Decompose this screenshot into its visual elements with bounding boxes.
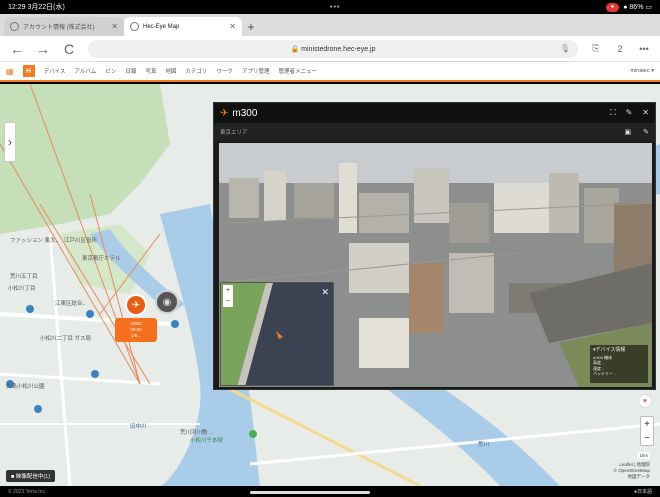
pip-map-view[interactable]: + − ✕ <box>220 282 334 386</box>
map-label: 江戸川区役所 <box>64 238 98 244</box>
camera-icon[interactable]: ▣ <box>625 128 632 136</box>
home-indicator[interactable] <box>250 491 370 494</box>
browser-tab-1[interactable]: アカウント情報 (株式会社) ✕ <box>4 17 124 36</box>
map-label: ファッション 東大.. <box>10 238 59 244</box>
grid-icon[interactable]: ▦ <box>6 67 14 76</box>
address-bar: ← → C 🔒 ministedrone.hec-eye.jp 🎙 ⎘ 2 ••… <box>0 36 660 62</box>
status-time: 12:29 3月22日(水) <box>8 4 65 11</box>
pip-map-image <box>221 283 333 385</box>
pip-zoom-control[interactable]: + − <box>223 285 233 307</box>
globe-icon <box>130 22 139 31</box>
share-icon[interactable]: ⎘ <box>590 43 602 54</box>
live-stream-button[interactable]: ■ 映像配信中(1) <box>6 470 56 482</box>
copyright-text: © 2023 Terra Inc. <box>8 488 47 495</box>
microphone-icon[interactable]: 🎙 <box>560 44 570 53</box>
map-label: 小松川二丁目 ガス局 <box>40 336 92 342</box>
video-feed[interactable]: + − ✕ ▾デバイス情報 m300 機体 高度 .. 速度 .. バッテリー … <box>219 143 652 387</box>
more-icon[interactable]: ••• <box>638 44 650 54</box>
device-info-panel: ▾デバイス情報 m300 機体 高度 .. 速度 .. バッテリー .. <box>590 345 648 383</box>
fullscreen-icon[interactable]: ⛶ <box>610 108 616 118</box>
map-zoom-control[interactable]: + − <box>640 416 654 446</box>
edit-icon[interactable]: ✎ <box>626 108 633 118</box>
user-menu[interactable]: minatec ▾ <box>630 68 654 74</box>
map-label: 荒川河川敷 ... <box>180 430 214 436</box>
screen: 12:29 3月22日(水) ••• ● ● 86% ▭ アカウント情報 (株式… <box>0 0 660 497</box>
map-label: 大島小松川公園 <box>6 384 45 390</box>
map-label: 旧中川 <box>130 424 147 430</box>
url-field[interactable]: 🔒 ministedrone.hec-eye.jp 🎙 <box>88 39 578 58</box>
browser-tab-2[interactable]: Hec-Eye Map ✕ <box>124 17 242 36</box>
menu-item-app-admin[interactable]: アプリ管理 <box>242 67 270 75</box>
menu-item-map[interactable]: 地図 <box>165 67 176 75</box>
app-logo[interactable]: H <box>22 65 35 77</box>
back-button[interactable]: ← <box>10 41 24 57</box>
map-label: 荒川 <box>478 442 490 448</box>
drone-video-window[interactable]: ✈ m300 ⛶ ✎ ✕ 東京エリア ▣ ✎ + − ✕ ▾デバイス情報 m30… <box>213 102 656 390</box>
menu-item-work[interactable]: ワーク <box>216 67 233 75</box>
attribution-line: 地図データ <box>627 474 651 479</box>
recording-indicator: ● <box>605 2 620 12</box>
menu-item-report[interactable]: 日報 <box>125 67 136 75</box>
menu-item-pin[interactable]: ピン <box>105 67 116 75</box>
close-icon[interactable]: ✕ <box>642 108 649 118</box>
map-label: 東京都庁ホテル <box>82 256 121 262</box>
tabs-count-button[interactable]: 2 <box>614 44 626 54</box>
status-bar: 12:29 3月22日(水) ••• ● ● 86% ▭ <box>0 0 660 14</box>
drone-icon[interactable]: ✈ <box>125 294 147 316</box>
pip-zoom-out-button[interactable]: − <box>226 298 230 305</box>
menu-item-album[interactable]: アルバム <box>74 67 96 75</box>
menu-item-admin-menu[interactable]: 管理者メニュー <box>278 67 317 75</box>
close-tab-icon[interactable]: ✕ <box>111 22 118 31</box>
bottom-bar: © 2023 Terra Inc. ●日本語 <box>0 486 660 497</box>
zoom-in-button[interactable]: + <box>644 419 650 430</box>
device-info-title[interactable]: ▾デバイス情報 <box>593 347 645 354</box>
map-scale: 1km <box>637 452 650 459</box>
browser-tab-bar: アカウント情報 (株式会社) ✕ Hec-Eye Map ✕ + <box>0 14 660 36</box>
globe-icon <box>10 22 19 31</box>
map-label: 荒川五丁目 <box>10 274 38 280</box>
drone-icon: ✈ <box>220 107 229 119</box>
menu-item-photo[interactable]: 写真 <box>145 67 156 75</box>
tab-title: アカウント情報 (株式会社) <box>23 25 95 31</box>
video-window-header[interactable]: ✈ m300 ⛶ ✎ ✕ <box>214 103 655 123</box>
map-label: 小松川丁目 <box>8 286 36 292</box>
map-label: 小松川千本桜 <box>190 438 224 444</box>
tab-title: Hec-Eye Map <box>143 23 180 30</box>
video-window-title: m300 <box>232 107 258 119</box>
drone-tag-detail: 1/5 .. <box>130 333 141 338</box>
side-panel-toggle[interactable]: › <box>4 122 16 162</box>
menu-item-device[interactable]: デバイス <box>44 67 66 75</box>
video-window-subheader: 東京エリア ▣ ✎ <box>214 123 655 141</box>
new-tab-button[interactable]: + <box>242 17 260 36</box>
video-subtitle: 東京エリア <box>220 130 248 136</box>
device-info-line: バッテリー .. <box>593 371 617 376</box>
map-label: 江東区総合.. <box>55 301 86 307</box>
pip-close-icon[interactable]: ✕ <box>321 287 329 298</box>
reload-button[interactable]: C <box>62 41 76 57</box>
forward-button[interactable]: → <box>36 41 50 57</box>
zoom-out-button[interactable]: − <box>644 433 650 444</box>
pen-icon[interactable]: ✎ <box>643 128 649 136</box>
battery-indicator: ● 86% ▭ <box>623 4 652 11</box>
url-text: 🔒 ministedrone.hec-eye.jp <box>290 45 376 53</box>
favorite-icon[interactable]: ♥ <box>638 394 652 408</box>
camera-direction-icon[interactable]: ◉ <box>155 290 179 314</box>
app-menubar: ▦ H デバイス アルバム ピン 日報 写真 地図 カテゴリ ワーク アプリ管理… <box>0 62 660 82</box>
multitask-dots[interactable]: ••• <box>330 4 340 11</box>
drone-info-tag[interactable]: m300 00:00 1/5 .. <box>115 318 157 342</box>
pip-zoom-in-button[interactable]: + <box>226 287 230 294</box>
language-selector[interactable]: ●日本語 <box>634 488 652 495</box>
map-attribution: Leaflet | 地理院 © OpenStreetMap 地図データ <box>614 462 650 480</box>
close-tab-icon[interactable]: ✕ <box>229 22 236 31</box>
menu-item-category[interactable]: カテゴリ <box>185 67 207 75</box>
